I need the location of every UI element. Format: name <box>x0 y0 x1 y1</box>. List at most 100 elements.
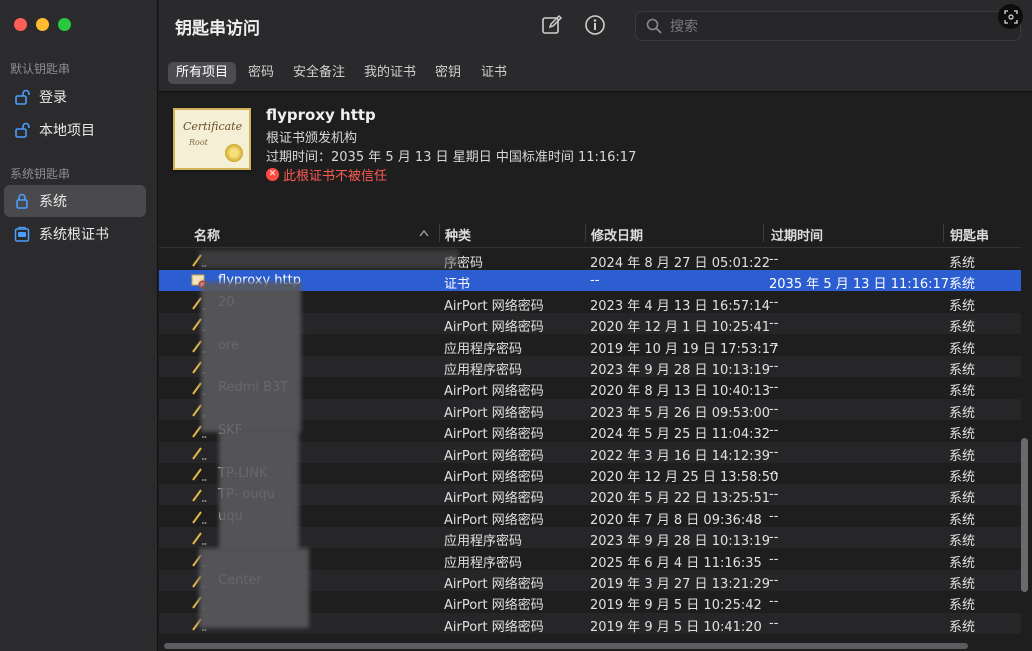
cell-expires: -- <box>769 423 779 439</box>
cell-keychain: 系统 <box>949 491 976 507</box>
info-icon[interactable] <box>584 14 606 36</box>
root-cert-cabinet-icon <box>14 226 30 242</box>
error-x-icon: ✕ <box>266 168 279 181</box>
password-key-icon <box>192 532 207 546</box>
sidebar-item-label: 本地项目 <box>39 123 95 139</box>
tab-my-certificates[interactable]: 我的证书 <box>356 62 424 84</box>
password-key-icon <box>192 511 207 524</box>
window-title: 钥匙串访问 <box>175 19 260 39</box>
cell-expires: 2035 年 5 月 13 日 11:16:17 <box>769 277 950 293</box>
search-icon <box>646 18 662 34</box>
column-divider[interactable] <box>763 224 764 242</box>
cell-kind: AirPort 网络密码 <box>444 448 544 464</box>
toolbar: 钥匙串访问 搜索 <box>159 0 1032 52</box>
column-header-keychain[interactable]: 钥匙串 <box>950 225 989 244</box>
cell-expires: -- <box>769 615 779 631</box>
vertical-scrollbar[interactable] <box>1021 438 1028 592</box>
cell-kind: AirPort 网络密码 <box>444 577 544 592</box>
cell-keychain: 系统 <box>949 277 976 293</box>
tab-all-items[interactable]: 所有项目 <box>168 62 237 84</box>
detail-expiry: 过期时间：2035 年 5 月 13 日 星期日 中国标准时间 11:16:17 <box>266 150 637 165</box>
cell-keychain: 系统 <box>949 384 976 400</box>
sidebar-item-system-roots[interactable]: 系统根证书 <box>4 218 146 250</box>
privacy-mosaic <box>219 430 299 550</box>
column-header-kind[interactable]: 种类 <box>445 225 471 244</box>
cell-kind: AirPort 网络密码 <box>444 427 544 443</box>
sidebar-item-system[interactable]: 系统 <box>4 185 146 217</box>
column-divider[interactable] <box>943 224 944 242</box>
column-divider[interactable] <box>439 224 440 242</box>
cell-keychain: 系统 <box>949 555 976 571</box>
cell-expires: -- <box>769 466 779 481</box>
detail-trust-warning: ✕ 此根证书不被信任 <box>266 165 387 184</box>
certificate-thumbnail-word: Certificate <box>183 120 243 133</box>
unlocked-icon <box>15 122 30 138</box>
privacy-mosaic <box>201 282 301 432</box>
cell-expires: -- <box>769 444 779 460</box>
cell-keychain: 系统 <box>949 320 976 336</box>
cell-modified: 2019 年 3 月 27 日 13:21:29 <box>590 577 771 592</box>
trust-warning-text: 此根证书不被信任 <box>283 169 388 184</box>
cell-kind: 证书 <box>444 277 471 293</box>
cell-kind: 应用程序密码 <box>444 363 523 378</box>
cell-modified: 2024 年 5 月 25 日 11:04:32 <box>590 427 771 443</box>
cell-kind: 应用程序密码 <box>444 534 523 550</box>
tab-passwords[interactable]: 密码 <box>240 62 282 84</box>
cell-keychain: 系统 <box>949 341 976 357</box>
cell-keychain: 系统 <box>949 427 976 443</box>
certificate-seal-icon <box>225 144 243 162</box>
close-window-button[interactable] <box>14 18 27 31</box>
cell-kind: AirPort 网络密码 <box>444 320 544 336</box>
tab-keys[interactable]: 密钥 <box>427 62 469 84</box>
section-system-keychains: 系统钥匙串 <box>10 167 71 181</box>
cell-modified: 2020 年 8 月 13 日 10:40:13 <box>590 384 771 400</box>
zoom-window-button[interactable] <box>58 18 71 31</box>
sidebar-item-label: 系统 <box>39 194 67 210</box>
sidebar-item-label: 系统根证书 <box>39 227 109 243</box>
cell-keychain: 系统 <box>949 619 976 635</box>
cell-kind: AirPort 网络密码 <box>444 298 544 314</box>
cell-modified: 2019 年 10 月 19 日 17:53:17 <box>590 341 779 357</box>
cell-modified: 2025 年 6 月 4 日 11:16:35 <box>590 555 762 571</box>
password-key-icon <box>192 447 207 460</box>
sidebar-item-local-items[interactable]: 本地项目 <box>4 114 146 146</box>
cell-expires: -- <box>769 401 779 417</box>
certificate-thumbnail-sub: Root <box>189 138 208 147</box>
tab-secure-notes[interactable]: 安全备注 <box>285 62 353 84</box>
column-header-expires[interactable]: 过期时间 <box>771 225 823 244</box>
search-field[interactable]: 搜索 <box>635 11 1021 41</box>
cell-kind: AirPort 网络密码 <box>444 598 544 614</box>
tab-certificates[interactable]: 证书 <box>473 62 515 84</box>
cell-modified: 2020 年 7 月 8 日 09:36:48 <box>590 512 762 528</box>
cell-keychain: 系统 <box>949 470 976 485</box>
cell-keychain: 系统 <box>949 512 976 528</box>
column-header-name[interactable]: 名称 <box>194 225 220 244</box>
privacy-mosaic <box>199 548 309 628</box>
horizontal-scrollbar[interactable] <box>164 643 968 649</box>
cell-kind: AirPort 网络密码 <box>444 384 544 400</box>
cell-keychain: 系统 <box>949 363 976 378</box>
detail-name: flyproxy http <box>266 106 376 124</box>
cell-expires: -- <box>769 380 779 396</box>
cell-expires: -- <box>769 487 779 503</box>
minimize-window-button[interactable] <box>36 18 49 31</box>
section-default-keychains: 默认钥匙串 <box>10 62 71 76</box>
cell-keychain: 系统 <box>949 598 976 614</box>
window-controls <box>14 18 71 31</box>
column-header-modified[interactable]: 修改日期 <box>591 225 643 244</box>
cell-modified: 2022 年 3 月 16 日 14:12:39 <box>590 448 771 464</box>
column-divider[interactable] <box>585 224 586 242</box>
detail-kind: 根证书颁发机构 <box>266 131 358 146</box>
compose-icon[interactable] <box>541 14 563 36</box>
sort-ascending-icon[interactable] <box>419 229 429 237</box>
cell-expires: -- <box>769 508 779 524</box>
search-placeholder: 搜索 <box>670 19 698 35</box>
screen-capture-button[interactable] <box>998 4 1023 29</box>
sidebar-item-login[interactable]: 登录 <box>4 81 146 113</box>
category-tabs: 所有项目 密码 安全备注 我的证书 密钥 证书 <box>159 52 1032 92</box>
cell-expires: -- <box>769 551 779 567</box>
sidebar: 默认钥匙串 登录 本地项目 系统钥匙串 系统 系统根证书 <box>0 0 158 651</box>
cell-modified: 2023 年 4 月 13 日 16:57:14 <box>590 298 771 314</box>
cell-expires: -- <box>769 573 779 588</box>
cell-keychain: 系统 <box>949 405 976 421</box>
